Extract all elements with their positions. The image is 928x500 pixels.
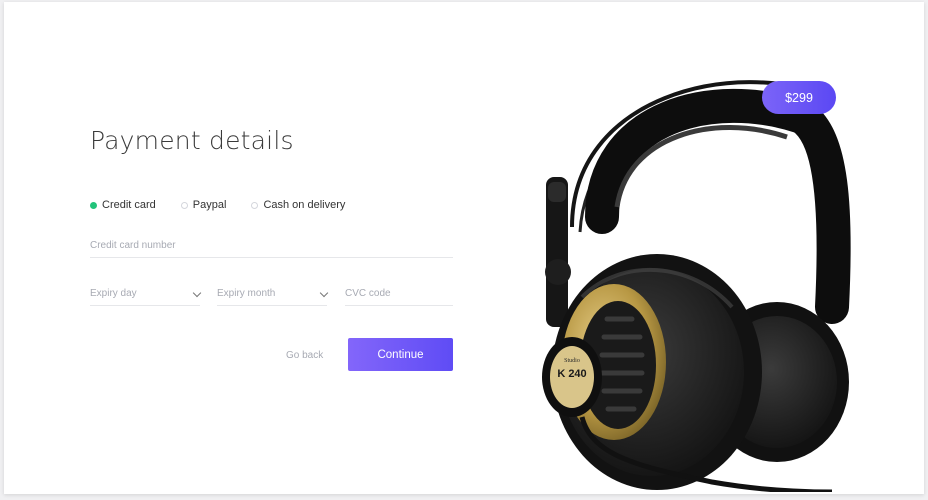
credit-card-label: Credit card (102, 199, 156, 211)
page-title: Payment details (90, 126, 294, 155)
cash-on-delivery-radio[interactable] (251, 201, 259, 209)
headphones-image: Studio K 240 (542, 80, 851, 492)
cvc-placeholder: CVC code (345, 288, 391, 299)
payment-method-group: Credit card Paypal Cash on delivery (90, 199, 370, 211)
expiry-day-placeholder: Expiry day (90, 288, 137, 299)
cvc-field[interactable]: CVC code (345, 288, 453, 306)
svg-text:Studio: Studio (564, 358, 580, 364)
paypal-label: Paypal (192, 199, 227, 211)
method-credit-card[interactable]: Credit card (90, 199, 156, 211)
expiry-day-select[interactable]: Expiry day (90, 288, 202, 306)
svg-text:K 240: K 240 (557, 368, 586, 380)
go-back-link[interactable]: Go back (286, 350, 323, 361)
payment-card: Payment details Credit card Paypal Cash … (4, 2, 924, 494)
expiry-month-select[interactable]: Expiry month (217, 288, 329, 306)
chevron-down-icon (319, 288, 329, 298)
card-number-field[interactable]: Credit card number (90, 240, 453, 258)
method-paypal[interactable]: Paypal (180, 199, 227, 211)
price-badge: $299 (762, 81, 836, 114)
paypal-radio[interactable] (180, 201, 188, 209)
continue-button[interactable]: Continue (348, 338, 453, 371)
expiry-month-placeholder: Expiry month (217, 288, 276, 299)
card-number-placeholder: Credit card number (90, 240, 176, 251)
method-cash-on-delivery[interactable]: Cash on delivery (251, 199, 345, 211)
credit-card-radio[interactable] (90, 201, 97, 209)
chevron-down-icon (192, 288, 202, 298)
cash-on-delivery-label: Cash on delivery (263, 199, 346, 211)
